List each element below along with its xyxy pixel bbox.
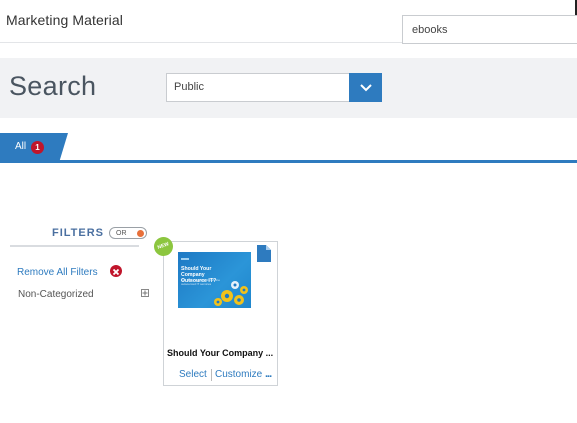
search-bar: Search Public <box>0 58 577 118</box>
search-input[interactable] <box>402 15 577 44</box>
filter-category: Non-Categorized <box>18 289 94 300</box>
scope-dropdown[interactable]: Public <box>166 73 382 102</box>
result-title[interactable]: Should Your Company ... <box>167 348 277 358</box>
filters-heading: FILTERS <box>52 227 105 239</box>
tab-all-label: All <box>15 141 27 152</box>
tab-count-badge: 1 <box>31 141 44 154</box>
chevron-down-icon <box>359 83 372 91</box>
result-thumbnail[interactable]: Should Your Company Outsource IT? Key fa… <box>178 252 251 308</box>
action-divider <box>211 369 212 381</box>
document-icon <box>257 245 271 262</box>
more-options-button[interactable]: ... <box>265 368 272 380</box>
dropdown-toggle-button[interactable] <box>349 73 382 102</box>
page: Marketing Material Search Public All 1 F… <box>0 0 577 423</box>
plus-expand-icon[interactable] <box>141 289 149 297</box>
or-mode-toggle[interactable]: OR <box>109 227 147 239</box>
toggle-knob <box>137 230 144 237</box>
select-link[interactable]: Select <box>179 369 207 380</box>
filters-divider <box>10 245 139 247</box>
search-heading: Search <box>9 71 97 101</box>
or-toggle-label: OR <box>116 230 127 237</box>
tab-underline <box>0 160 577 163</box>
page-title: Marketing Material <box>6 12 123 28</box>
gears-graphic <box>181 258 248 306</box>
scope-dropdown-value: Public <box>174 81 204 93</box>
customize-link[interactable]: Customize <box>215 369 262 380</box>
tab-all[interactable]: All 1 <box>0 133 68 160</box>
close-icon[interactable] <box>110 265 122 277</box>
remove-all-filters-link[interactable]: Remove All Filters <box>17 267 98 278</box>
